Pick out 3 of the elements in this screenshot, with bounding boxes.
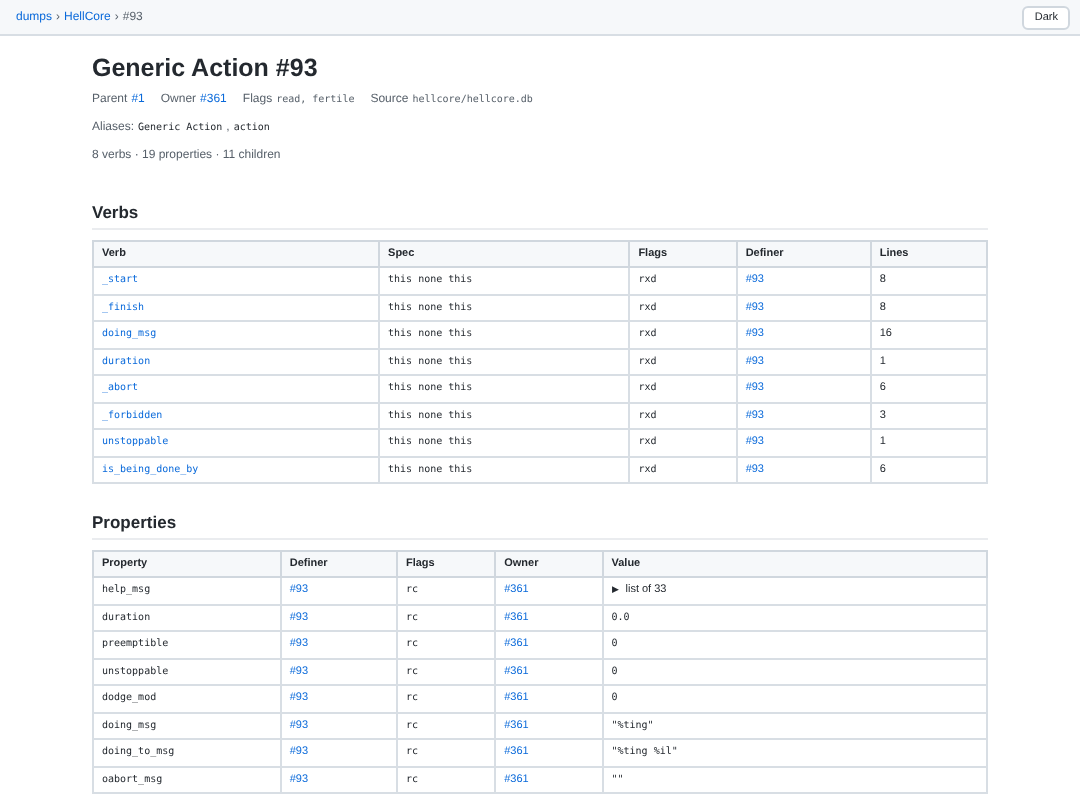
properties-heading: Properties (92, 512, 988, 540)
verbs-heading: Verbs (92, 202, 988, 230)
page-title: Generic Action #93 (92, 54, 320, 82)
